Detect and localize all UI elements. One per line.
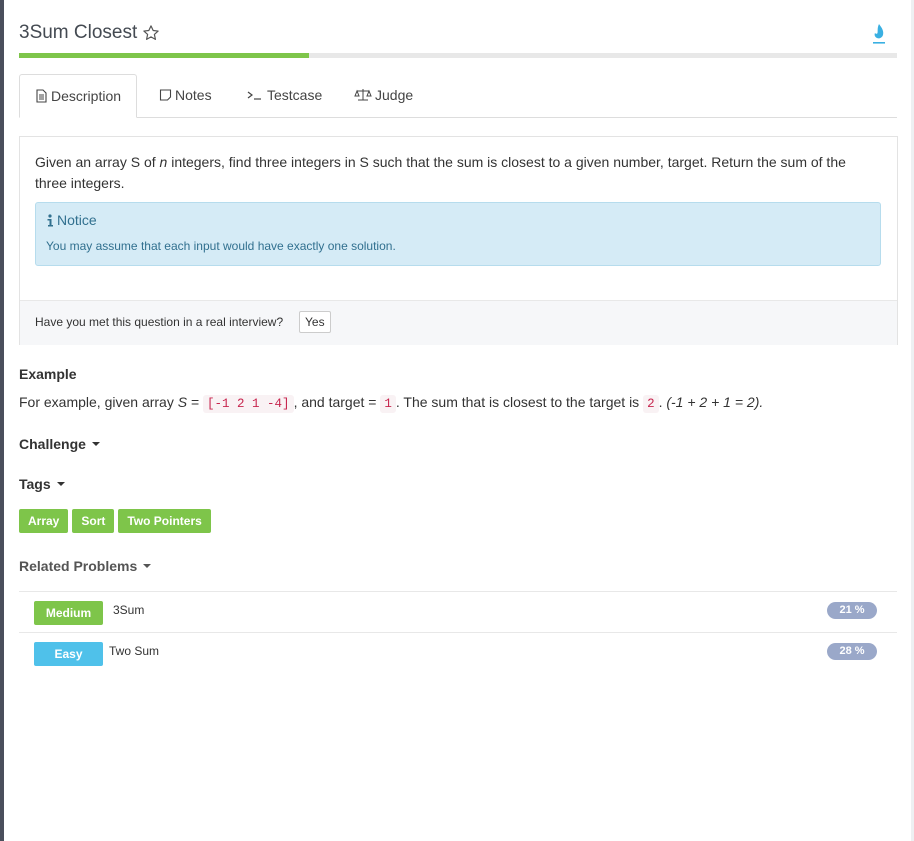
tab-label: Judge bbox=[375, 87, 414, 103]
notice-title-text: Notice bbox=[57, 212, 97, 228]
related-problems-toggle[interactable]: Related Problems bbox=[19, 558, 152, 574]
caret-down-icon bbox=[91, 442, 100, 446]
document-icon bbox=[36, 89, 47, 103]
example-part: , and target = bbox=[293, 394, 381, 410]
notice-title: Notice bbox=[46, 212, 97, 228]
tab-label: Testcase bbox=[267, 87, 323, 103]
progress-bar-fill bbox=[19, 53, 309, 58]
tag-sort[interactable]: Sort bbox=[72, 509, 115, 533]
note-icon bbox=[159, 89, 172, 101]
tag-array[interactable]: Array bbox=[19, 509, 69, 533]
tab-label: Description bbox=[51, 88, 122, 104]
info-icon bbox=[47, 213, 53, 226]
tab-description[interactable]: Description bbox=[19, 74, 138, 118]
description-text: Given an array S of bbox=[35, 154, 160, 170]
scale-icon bbox=[354, 89, 372, 101]
notice-text: You may assume that each input would hav… bbox=[46, 239, 396, 253]
problem-description: Given an array S of n integers, find thr… bbox=[35, 152, 875, 194]
example-part: For example, given array bbox=[19, 394, 178, 410]
interview-question: Have you met this question in a real int… bbox=[35, 315, 284, 329]
related-problem-link[interactable]: 3Sum bbox=[113, 603, 144, 617]
challenge-label: Challenge bbox=[19, 436, 86, 452]
challenge-toggle[interactable]: Challenge bbox=[19, 436, 100, 452]
tag-list: Array Sort Two Pointers bbox=[19, 509, 211, 533]
interview-bar: Have you met this question in a real int… bbox=[20, 300, 897, 345]
tags-label: Tags bbox=[19, 476, 51, 492]
caret-down-icon bbox=[143, 564, 152, 568]
example-explain: (-1 + 2 + 1 = 2). bbox=[666, 394, 764, 410]
tab-bar: Description Notes Testcase Judge bbox=[19, 74, 897, 118]
tags-toggle[interactable]: Tags bbox=[19, 476, 65, 492]
acceptance-badge: 28 % bbox=[827, 643, 877, 660]
tab-notes[interactable]: Notes bbox=[144, 74, 227, 116]
example-s: S bbox=[177, 394, 188, 410]
problem-title-text: 3Sum Closest bbox=[19, 22, 138, 43]
related-problem-row[interactable]: Medium 3Sum 21 % bbox=[19, 591, 897, 633]
example-part: = bbox=[187, 394, 204, 410]
acceptance-badge: 21 % bbox=[827, 602, 877, 619]
caret-down-icon bbox=[56, 482, 65, 486]
tab-label: Notes bbox=[175, 87, 212, 103]
tab-testcase[interactable]: Testcase bbox=[231, 74, 337, 116]
window-left-border bbox=[0, 0, 4, 841]
progress-bar bbox=[19, 53, 897, 58]
tag-two-pointers[interactable]: Two Pointers bbox=[118, 509, 211, 533]
example-heading: Example bbox=[19, 366, 77, 382]
problem-title: 3Sum Closest bbox=[19, 22, 160, 44]
related-problem-link[interactable]: Two Sum bbox=[109, 644, 159, 658]
notice-box: Notice You may assume that each input wo… bbox=[35, 202, 881, 266]
related-problem-row[interactable]: Easy Two Sum 28 % bbox=[19, 632, 897, 674]
example-answer: 2 bbox=[643, 395, 659, 413]
fire-icon[interactable] bbox=[871, 23, 887, 45]
star-icon[interactable] bbox=[142, 24, 160, 42]
example-text: For example, given array S = [-1 2 1 -4]… bbox=[19, 394, 764, 413]
difficulty-badge: Easy bbox=[34, 642, 103, 666]
difficulty-badge: Medium bbox=[34, 601, 103, 625]
related-problems-label: Related Problems bbox=[19, 558, 138, 574]
terminal-icon bbox=[247, 91, 261, 100]
example-array: [-1 2 1 -4] bbox=[203, 395, 294, 413]
example-part: . The sum that is closest to the target … bbox=[395, 394, 644, 410]
example-target: 1 bbox=[380, 395, 396, 413]
tab-judge[interactable]: Judge bbox=[339, 74, 428, 116]
yes-button[interactable]: Yes bbox=[299, 311, 331, 333]
description-panel: Given an array S of n integers, find thr… bbox=[19, 136, 898, 345]
